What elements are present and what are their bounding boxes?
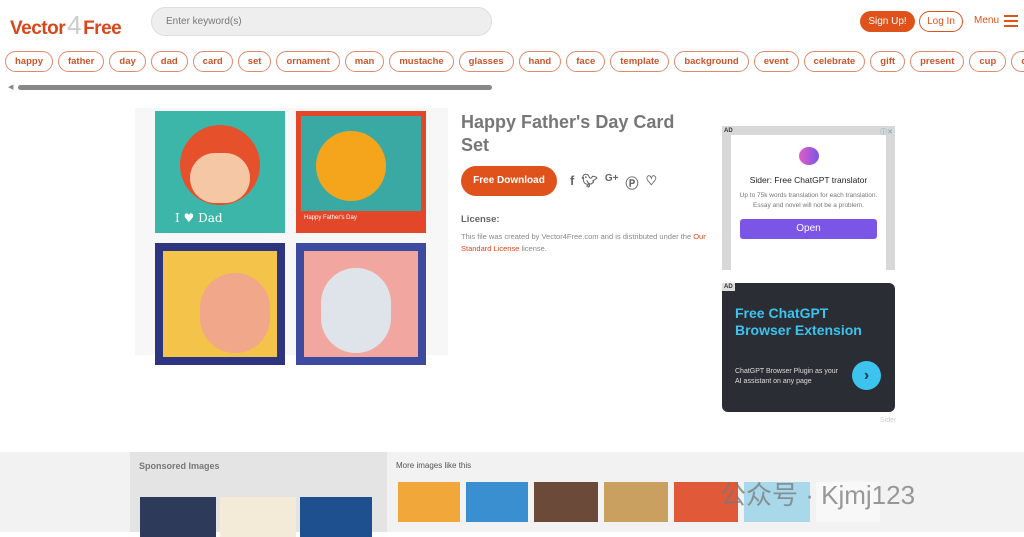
- tag-mustache[interactable]: mustache: [389, 51, 454, 72]
- tag-cup[interactable]: cup: [969, 51, 1007, 72]
- ad-sider-translator[interactable]: AD ⓘ✕ Sider: Free ChatGPT translator Up …: [722, 126, 895, 270]
- brain-icon: [798, 147, 819, 165]
- more-thumb[interactable]: [604, 482, 668, 522]
- preview-image: I ♥ Dad Happy Father's Day: [135, 108, 448, 365]
- tag-template[interactable]: template: [610, 51, 670, 72]
- ad-description: ChatGPT Browser Plugin as your AI assist…: [735, 368, 838, 385]
- tag-celebrate[interactable]: celebrate: [803, 51, 866, 72]
- more-thumb[interactable]: [466, 482, 528, 522]
- card-dad-mustache: [296, 243, 426, 365]
- site-logo[interactable]: Vector4 Free: [10, 10, 122, 41]
- logo-text: Vector: [10, 18, 66, 39]
- tag-face[interactable]: face: [566, 51, 606, 72]
- card-text: I ♥ Dad: [175, 211, 223, 225]
- ad-label: AD: [724, 128, 733, 134]
- scroll-left-icon[interactable]: ◀: [8, 83, 13, 91]
- google-plus-icon[interactable]: G+: [605, 173, 619, 192]
- tag-list: happy father day dad card set ornament man musta…: [5, 51, 1024, 72]
- ad-description: Up to 75k words translation for each tra…: [739, 192, 878, 209]
- ad-open-button[interactable]: Open: [740, 219, 877, 239]
- sponsored-thumb[interactable]: [140, 497, 216, 537]
- tag-hand[interactable]: hand: [518, 51, 562, 72]
- menu-button[interactable]: Menu: [974, 15, 999, 26]
- more-thumb[interactable]: [398, 482, 460, 522]
- share-icons: f 🐦︎ G+ Ⓟ ♡: [570, 173, 657, 192]
- license-text: This file was created by Vector4Free.com…: [461, 231, 711, 255]
- signup-button[interactable]: Sign Up!: [860, 11, 915, 32]
- tag-present[interactable]: present: [910, 51, 965, 72]
- tag-coffee[interactable]: coffee: [1011, 51, 1024, 72]
- pinterest-icon[interactable]: Ⓟ: [625, 173, 638, 192]
- watermark: 公众号 · Kjmj123: [720, 480, 916, 510]
- sponsored-thumb[interactable]: [220, 497, 296, 537]
- tag-ornament[interactable]: ornament: [276, 51, 340, 72]
- tag-event[interactable]: event: [753, 51, 799, 72]
- facebook-icon[interactable]: f: [570, 173, 574, 192]
- twitter-icon[interactable]: 🐦︎: [581, 173, 598, 192]
- card-dad-coffee: [155, 243, 285, 365]
- tag-set[interactable]: set: [237, 51, 272, 72]
- hamburger-icon[interactable]: [1004, 15, 1018, 30]
- license-text-part: license.: [519, 244, 547, 253]
- tag-day[interactable]: day: [109, 51, 146, 72]
- tag-gift[interactable]: gift: [870, 51, 906, 72]
- tag-glasses[interactable]: glasses: [458, 51, 514, 72]
- tag-dad[interactable]: dad: [150, 51, 188, 72]
- logo-text: Free: [83, 18, 122, 39]
- ad-title: Free ChatGPT Browser Extension: [735, 305, 862, 338]
- card-text: Happy Father's Day: [304, 215, 357, 221]
- tag-background[interactable]: background: [674, 51, 749, 72]
- tag-scrollbar[interactable]: [18, 85, 492, 90]
- sponsored-panel: Sponsored Images: [130, 452, 387, 537]
- search-input[interactable]: Enter keyword(s): [151, 7, 492, 36]
- login-button[interactable]: Log In: [919, 11, 963, 32]
- more-images-heading: More images like this: [396, 461, 472, 470]
- more-thumb[interactable]: [534, 482, 598, 522]
- license-label: License:: [461, 214, 500, 225]
- chevron-right-icon[interactable]: ›: [852, 361, 881, 390]
- ad-chatgpt-extension[interactable]: AD Free ChatGPT Browser Extension ChatGP…: [722, 283, 895, 412]
- tag-man[interactable]: man: [344, 51, 385, 72]
- card-happy-fathers-day: Happy Father's Day: [296, 111, 426, 233]
- logo-four: 4: [67, 10, 82, 40]
- tag-happy[interactable]: happy: [5, 51, 53, 72]
- ad-title: Sider: Free ChatGPT translator: [749, 175, 868, 185]
- heart-icon[interactable]: ♡: [646, 173, 658, 192]
- free-download-button[interactable]: Free Download: [461, 166, 557, 196]
- tag-card[interactable]: card: [192, 51, 233, 72]
- ad-brand: Sider: [880, 417, 897, 424]
- sponsored-heading: Sponsored Images: [139, 461, 220, 471]
- card-i-love-dad: I ♥ Dad: [155, 111, 285, 233]
- tag-father[interactable]: father: [57, 51, 105, 72]
- license-text-part: This file was created by Vector4Free.com…: [461, 232, 694, 241]
- page-title: Happy Father's Day Card Set: [461, 112, 675, 155]
- ad-label: AD: [722, 283, 735, 291]
- sponsored-thumb[interactable]: [300, 497, 372, 537]
